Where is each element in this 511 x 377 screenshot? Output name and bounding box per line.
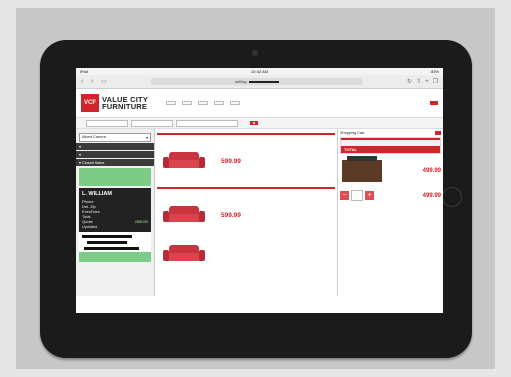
product-price: 599.99 bbox=[221, 211, 241, 219]
product-row[interactable]: 599.99 bbox=[157, 137, 335, 185]
clock: 10:42 AM bbox=[251, 69, 268, 74]
product-list: 599.99 599.99 bbox=[155, 129, 337, 296]
browser-toolbar: ‹ › ▭ selling ↻ ⇧ + ❐ bbox=[76, 75, 443, 89]
qty-input[interactable] bbox=[351, 190, 363, 201]
sidebar-section-2[interactable]: ▾ bbox=[76, 151, 154, 158]
url-redaction bbox=[248, 80, 279, 83]
site-header: VCF VALUE CITY FURNITURE bbox=[76, 89, 443, 118]
associate-value: Albert Carrera bbox=[82, 135, 106, 139]
sofa-image bbox=[163, 152, 205, 170]
product-section-header bbox=[157, 133, 335, 135]
qty-plus-button[interactable]: + bbox=[365, 191, 374, 200]
sidebar: Albert Carrera ▾ ▾ ▾ ▾ Closed Sales L. W… bbox=[76, 129, 155, 296]
customer-field-value: 285030 bbox=[134, 219, 148, 224]
url-text: selling bbox=[235, 79, 247, 84]
header-nav bbox=[166, 101, 241, 105]
product-row[interactable] bbox=[157, 239, 335, 269]
nav-item[interactable] bbox=[166, 101, 177, 105]
redaction-bar bbox=[87, 241, 127, 244]
tablet-screen: iPad 10:42 AM 83% ‹ › ▭ selling ↻ ⇧ + ❐ … bbox=[76, 68, 443, 313]
cart-icon[interactable]: ■ bbox=[250, 121, 259, 125]
cart-totals: TOTAL bbox=[340, 137, 441, 154]
back-arrow-icon[interactable]: ‹ bbox=[81, 78, 87, 85]
forward-arrow-icon[interactable]: › bbox=[91, 78, 97, 85]
redaction-bar bbox=[82, 235, 132, 238]
nav-item[interactable] bbox=[198, 101, 209, 105]
search-input[interactable] bbox=[86, 119, 128, 127]
sidebar-section-closed-sales[interactable]: ▾ Closed Sales bbox=[76, 159, 154, 166]
vcf-logo[interactable]: VCF bbox=[81, 94, 99, 112]
home-button[interactable] bbox=[442, 187, 462, 207]
redaction-bar bbox=[84, 247, 139, 250]
cart-item-price: 499.99 bbox=[422, 168, 441, 174]
sofa-image bbox=[163, 206, 205, 224]
nav-item[interactable] bbox=[214, 101, 225, 105]
associate-select[interactable]: Albert Carrera ▾ bbox=[79, 133, 151, 142]
customer-card[interactable]: L. WILLIAM Phone Del. Zip ExecFees Total… bbox=[79, 188, 151, 232]
total-label: TOTAL bbox=[344, 147, 357, 152]
share-icon[interactable]: ⇧ bbox=[416, 78, 421, 85]
cart-title: Shopping Cart bbox=[340, 131, 365, 135]
header-action-button[interactable] bbox=[430, 101, 438, 105]
quantity-stepper: − + 499.99 bbox=[340, 190, 441, 201]
customer-name: L. WILLIAM bbox=[82, 191, 112, 197]
sidebar-section-1[interactable]: ▾ bbox=[76, 143, 154, 150]
carrier-label: iPad bbox=[80, 69, 89, 74]
shopping-cart: Shopping Cart TOTAL 499.99 − + 499.99 bbox=[337, 129, 443, 296]
sofa-image bbox=[163, 245, 205, 263]
product-price: 599.99 bbox=[221, 157, 241, 165]
tabs-icon[interactable]: ❐ bbox=[433, 78, 438, 85]
brand-name: VALUE CITY FURNITURE bbox=[102, 96, 148, 111]
sale-card[interactable] bbox=[79, 252, 151, 262]
product-section-header bbox=[157, 187, 335, 189]
brand-line-2: FURNITURE bbox=[102, 102, 148, 111]
chevron-down-icon: ▾ bbox=[146, 136, 148, 140]
tv-stand-image bbox=[342, 156, 382, 182]
filter-input[interactable] bbox=[131, 119, 173, 127]
cart-item-price: 499.99 bbox=[422, 192, 441, 199]
status-bar: iPad 10:42 AM 83% bbox=[76, 68, 443, 75]
book-icon[interactable]: ▭ bbox=[101, 78, 107, 85]
url-bar[interactable]: selling bbox=[150, 78, 364, 85]
add-icon[interactable]: + bbox=[425, 79, 429, 85]
search-toolbar: ■ bbox=[76, 118, 443, 129]
nav-item[interactable] bbox=[182, 101, 193, 105]
camera-icon bbox=[252, 50, 258, 56]
reload-icon[interactable]: ↻ bbox=[407, 78, 412, 85]
nav-item[interactable] bbox=[230, 101, 241, 105]
redacted-list bbox=[79, 232, 151, 252]
cart-action-button[interactable] bbox=[435, 131, 441, 135]
qty-minus-button[interactable]: − bbox=[340, 191, 349, 200]
customer-field-label: Updated bbox=[82, 224, 98, 229]
sale-card[interactable] bbox=[79, 168, 151, 186]
product-row[interactable]: 599.99 bbox=[157, 191, 335, 239]
sku-input[interactable] bbox=[176, 119, 238, 127]
battery-label: 83% bbox=[430, 69, 439, 74]
grand-total: TOTAL bbox=[341, 146, 440, 153]
